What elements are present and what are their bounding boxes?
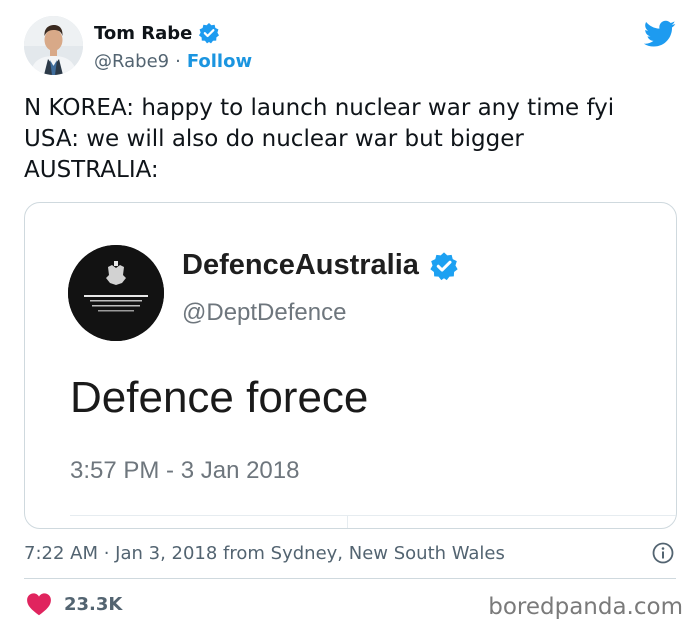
embedded-verified-badge-icon — [429, 251, 459, 281]
tweet-header: Tom Rabe @Rabe9 · Follow — [24, 16, 684, 80]
embedded-divider-tick — [347, 515, 348, 528]
timestamp-location[interactable]: 7:22 AM · Jan 3, 2018 from Sydney, New S… — [24, 543, 505, 564]
embedded-tweet-text: Defence forece — [70, 373, 369, 422]
defence-logo-avatar — [68, 245, 164, 341]
tweet-meta: 7:22 AM · Jan 3, 2018 from Sydney, New S… — [24, 540, 674, 566]
like-count: 23.3K — [64, 593, 123, 615]
embedded-timestamp: 3:57 PM - 3 Jan 2018 — [70, 457, 300, 484]
twitter-bird-icon[interactable] — [643, 20, 676, 48]
embedded-tweet-image[interactable]: DefenceAustralia @DeptDefence Defence fo… — [24, 202, 677, 529]
author-name-row: Tom Rabe — [94, 22, 220, 44]
embedded-display-name: DefenceAustralia — [182, 249, 419, 281]
embedded-handle: @DeptDefence — [182, 299, 347, 326]
author-display-name[interactable]: Tom Rabe — [94, 23, 192, 44]
embedded-divider — [70, 515, 676, 516]
like-button[interactable]: 23.3K — [26, 592, 122, 616]
author-handle-row: @Rabe9 · Follow — [94, 51, 252, 72]
tweet-text: N KOREA: happy to launch nuclear war any… — [24, 95, 615, 183]
divider — [24, 578, 676, 579]
heart-icon[interactable] — [26, 592, 52, 616]
author-handle[interactable]: @Rabe9 — [94, 51, 169, 72]
embedded-name-row: DefenceAustralia — [182, 249, 459, 282]
verified-badge-icon — [198, 22, 220, 44]
info-icon[interactable] — [652, 542, 674, 564]
follow-button[interactable]: Follow — [187, 51, 252, 72]
boredpanda-watermark: boredpanda.com — [488, 594, 683, 620]
author-avatar[interactable] — [24, 16, 83, 75]
handle-separator: · — [175, 51, 181, 72]
